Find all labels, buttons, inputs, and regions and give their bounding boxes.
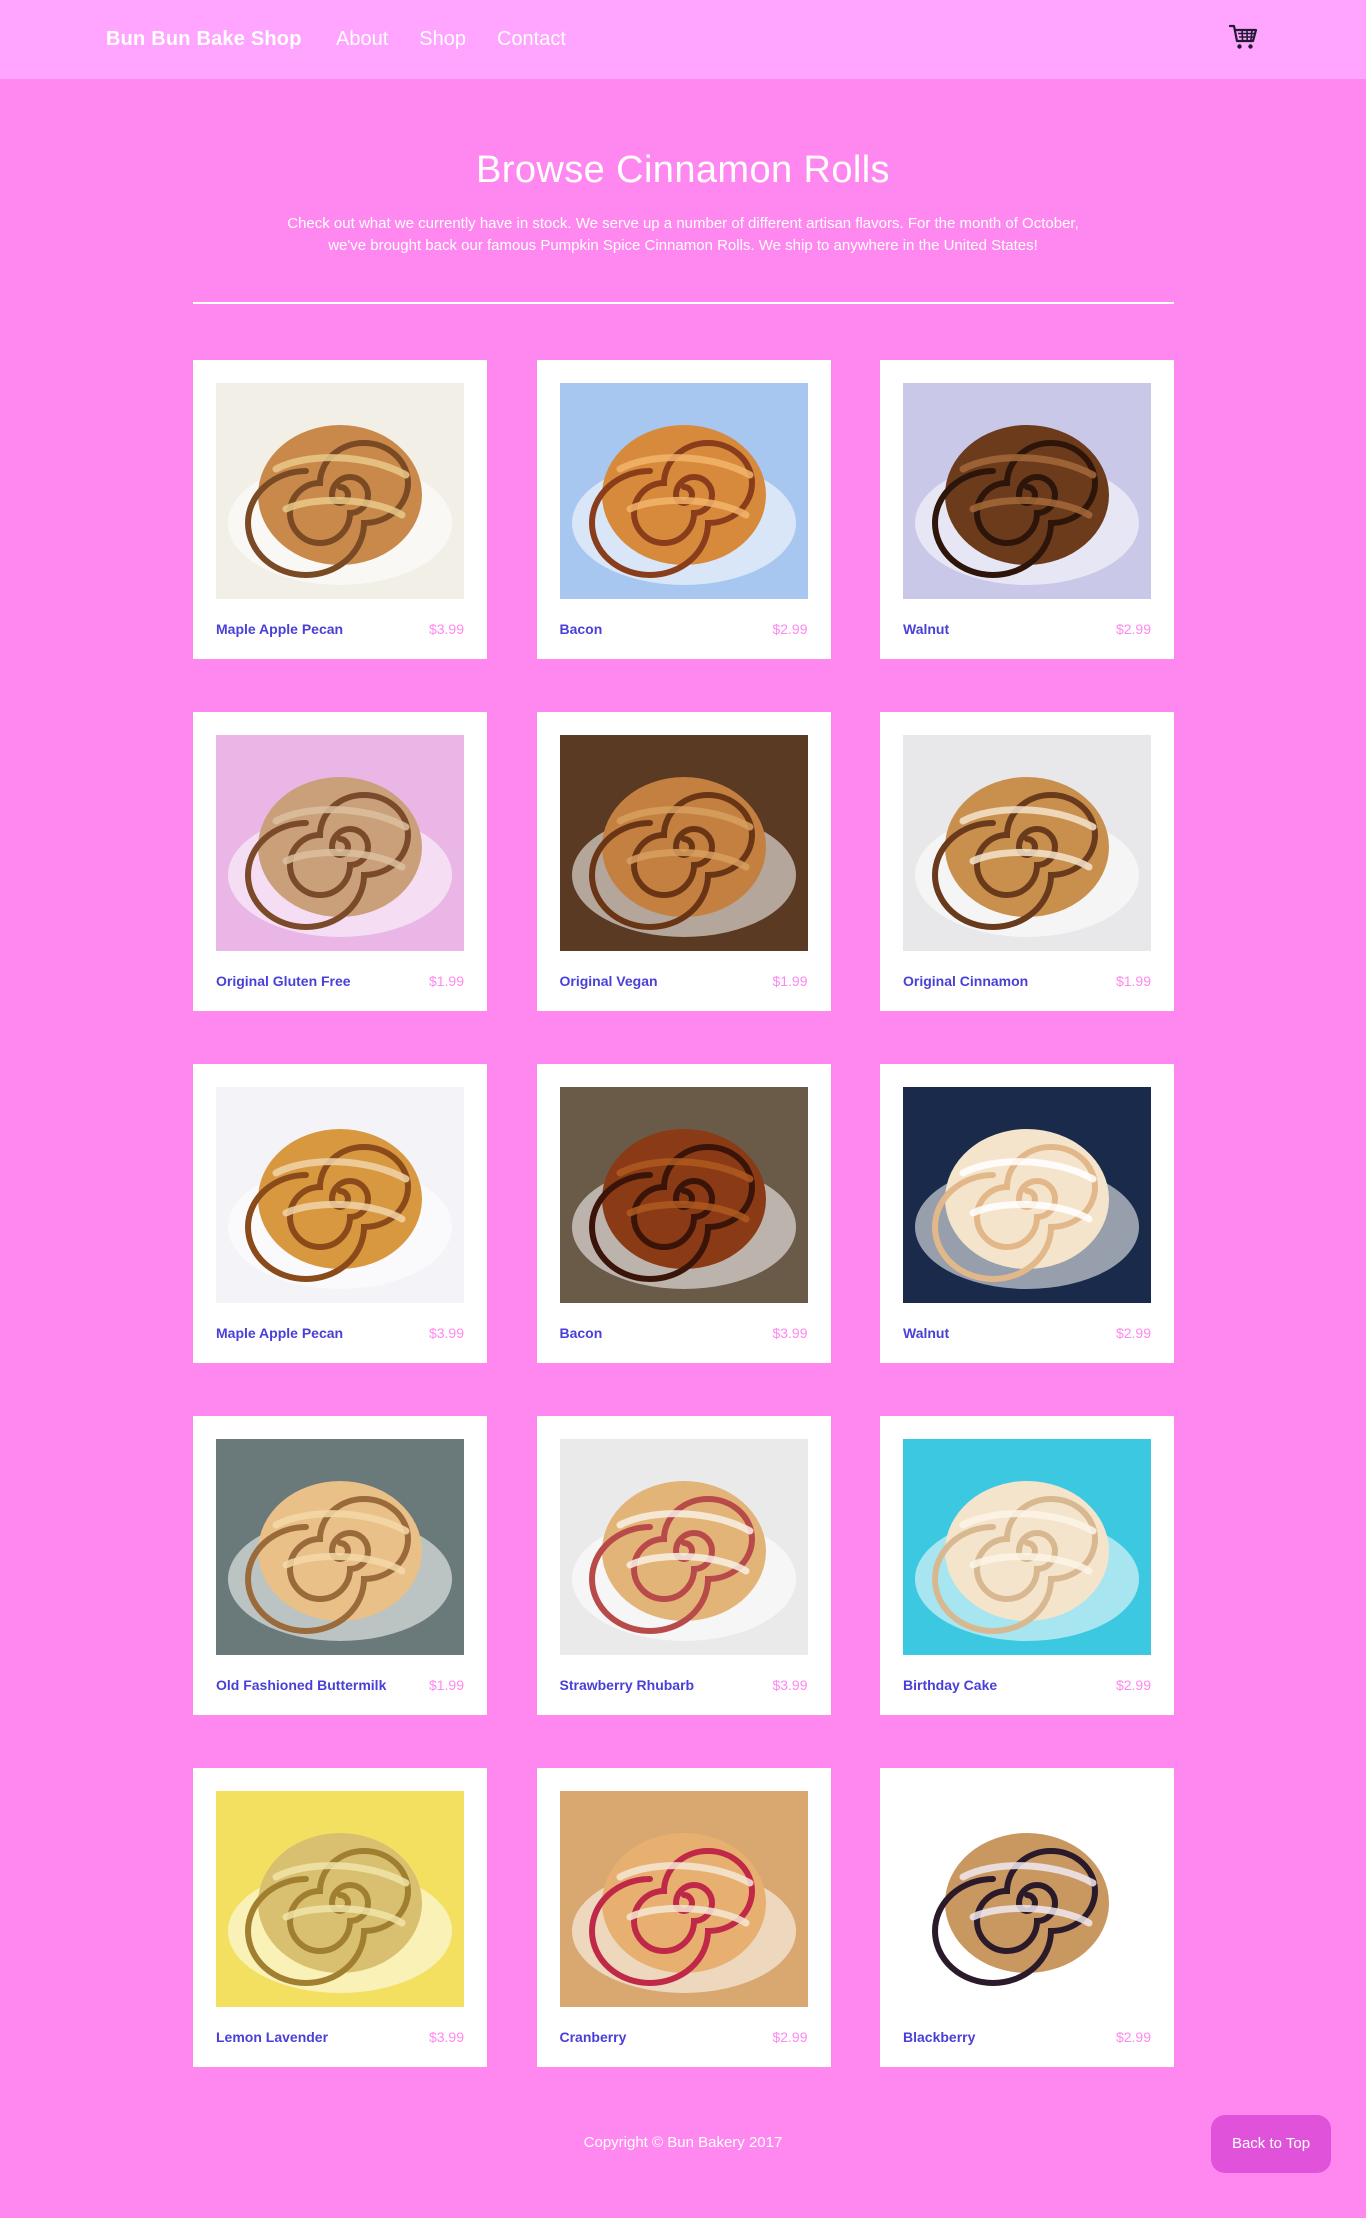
cinnamon-roll-photo [216, 1791, 464, 2007]
product-image[interactable] [559, 1791, 808, 2007]
product-card[interactable]: Bacon $2.99 [536, 360, 831, 659]
description-line-2: we've brought back our famous Pumpkin Sp… [328, 237, 1038, 254]
product-name[interactable]: Old Fashioned Buttermilk [216, 1676, 386, 1694]
nav-link-shop[interactable]: Shop [419, 27, 466, 51]
product-price: $1.99 [428, 973, 464, 989]
product-price: $2.99 [1115, 2029, 1151, 2045]
product-grid: Maple Apple Pecan $3.99 Bacon $2.99 Walnut $2… [193, 360, 1174, 2067]
product-price: $3.99 [772, 1325, 808, 1341]
cinnamon-roll-photo [216, 735, 464, 951]
product-card[interactable]: Maple Apple Pecan $3.99 [193, 360, 487, 659]
product-card[interactable]: Old Fashioned Buttermilk $1.99 [193, 1416, 487, 1715]
product-card[interactable]: Maple Apple Pecan $3.99 [193, 1064, 487, 1363]
product-price: $3.99 [772, 1677, 808, 1693]
product-card[interactable]: Blackberry $2.99 [880, 1768, 1174, 2067]
section-divider [193, 302, 1174, 304]
product-image[interactable] [216, 1087, 464, 1303]
product-image[interactable] [216, 1439, 464, 1655]
nav-link-contact[interactable]: Contact [497, 27, 566, 51]
cinnamon-roll-photo [216, 1087, 464, 1303]
product-image[interactable] [216, 735, 464, 951]
cinnamon-roll-photo [216, 1439, 464, 1655]
product-name[interactable]: Maple Apple Pecan [216, 620, 343, 638]
product-name[interactable]: Birthday Cake [903, 1676, 997, 1694]
back-to-top-button[interactable]: Back to Top [1211, 2115, 1331, 2173]
product-name[interactable]: Strawberry Rhubarb [560, 1676, 695, 1694]
product-price: $1.99 [428, 1677, 464, 1693]
product-image[interactable] [903, 1087, 1151, 1303]
product-image[interactable] [216, 1791, 464, 2007]
page-title: Browse Cinnamon Rolls [476, 149, 890, 191]
product-price: $2.99 [772, 621, 808, 637]
cinnamon-roll-photo [903, 383, 1151, 599]
product-price: $1.99 [772, 973, 808, 989]
product-name[interactable]: Blackberry [903, 2028, 975, 2046]
product-card[interactable]: Walnut $2.99 [880, 360, 1174, 659]
page-description: Check out what we currently have in stoc… [240, 213, 1126, 257]
product-card[interactable]: Original Gluten Free $1.99 [193, 712, 487, 1011]
product-card[interactable]: Cranberry $2.99 [536, 1768, 831, 2067]
product-image[interactable] [559, 1439, 808, 1655]
product-name[interactable]: Lemon Lavender [216, 2028, 328, 2046]
product-price: $3.99 [428, 2029, 464, 2045]
product-price: $2.99 [1115, 1677, 1151, 1693]
product-name[interactable]: Original Gluten Free [216, 972, 351, 990]
product-price: $3.99 [428, 621, 464, 637]
nav-links: About Shop Contact [336, 27, 597, 51]
product-image[interactable] [559, 1087, 808, 1303]
product-card[interactable]: Original Vegan $1.99 [536, 712, 831, 1011]
product-image[interactable] [903, 1439, 1151, 1655]
product-card[interactable]: Original Cinnamon $1.99 [880, 712, 1174, 1011]
footer-copyright: Copyright © Bun Bakery 2017 [583, 2134, 783, 2151]
product-image[interactable] [903, 1791, 1151, 2007]
product-image[interactable] [559, 735, 808, 951]
product-card[interactable]: Lemon Lavender $3.99 [193, 1768, 487, 2067]
product-name[interactable]: Bacon [560, 1324, 603, 1342]
product-card[interactable]: Birthday Cake $2.99 [880, 1416, 1174, 1715]
brand-logo-link[interactable]: Bun Bun Bake Shop [106, 27, 302, 51]
cinnamon-roll-photo [903, 1087, 1151, 1303]
product-name[interactable]: Original Cinnamon [903, 972, 1028, 990]
product-price: $3.99 [428, 1325, 464, 1341]
cinnamon-roll-photo [903, 1791, 1151, 2007]
product-name[interactable]: Maple Apple Pecan [216, 1324, 343, 1342]
description-line-1: Check out what we currently have in stoc… [287, 215, 1079, 232]
shopping-cart-icon[interactable] [1228, 22, 1258, 52]
product-price: $2.99 [1115, 621, 1151, 637]
product-card[interactable]: Bacon $3.99 [536, 1064, 831, 1363]
product-image[interactable] [216, 383, 464, 599]
product-image[interactable] [559, 383, 808, 599]
cinnamon-roll-photo [216, 383, 464, 599]
cinnamon-roll-photo [559, 383, 808, 599]
cinnamon-roll-photo [559, 1791, 808, 2007]
product-price: $1.99 [1115, 973, 1151, 989]
cinnamon-roll-photo [903, 735, 1151, 951]
cinnamon-roll-photo [559, 1439, 808, 1655]
cinnamon-roll-photo [559, 1087, 808, 1303]
product-card[interactable]: Strawberry Rhubarb $3.99 [536, 1416, 831, 1715]
product-price: $2.99 [1115, 1325, 1151, 1341]
product-image[interactable] [903, 735, 1151, 951]
product-price: $2.99 [772, 2029, 808, 2045]
product-card[interactable]: Walnut $2.99 [880, 1064, 1174, 1363]
product-name[interactable]: Walnut [903, 1324, 949, 1342]
product-image[interactable] [903, 383, 1151, 599]
product-name[interactable]: Cranberry [560, 2028, 627, 2046]
nav-link-about[interactable]: About [336, 27, 388, 51]
product-name[interactable]: Original Vegan [560, 972, 658, 990]
cart-icon-graphic [1228, 24, 1258, 49]
cinnamon-roll-photo [559, 735, 808, 951]
cinnamon-roll-photo [903, 1439, 1151, 1655]
product-name[interactable]: Bacon [560, 620, 603, 638]
navbar: Bun Bun Bake Shop About Shop Contact [0, 0, 1366, 79]
product-name[interactable]: Walnut [903, 620, 949, 638]
